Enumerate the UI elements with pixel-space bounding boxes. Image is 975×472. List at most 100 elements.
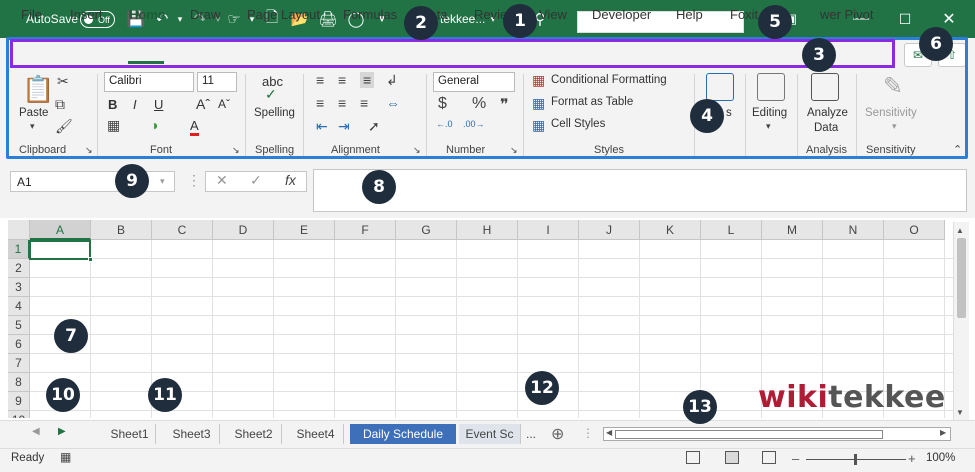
row-header-1[interactable]: 1 [8, 240, 30, 259]
row-header-8[interactable]: 8 [8, 373, 30, 392]
column-header-g[interactable]: G [396, 220, 457, 240]
zoom-in-icon[interactable]: + [908, 451, 916, 466]
row-header-7[interactable]: 7 [8, 354, 30, 373]
grid-row-line [30, 353, 953, 354]
column-header-i[interactable]: I [518, 220, 579, 240]
callout-marker: 3 [802, 38, 836, 72]
name-box-dropdown-icon[interactable]: ▾ [160, 176, 165, 187]
formula-bar-grip-icon: ⋮ [187, 172, 201, 188]
callout-marker: 4 [690, 99, 724, 133]
tab-insert[interactable]: Insert [70, 7, 103, 22]
page-break-view-icon[interactable] [762, 451, 776, 464]
status-bar [0, 448, 975, 472]
row-header-6[interactable]: 6 [8, 335, 30, 354]
callout-marker: 5 [758, 5, 792, 39]
sheet-tab-daily-schedule[interactable]: Daily Schedule [350, 424, 456, 444]
vertical-scroll-thumb[interactable] [957, 238, 966, 318]
callout-marker: 6 [919, 27, 953, 61]
callout-marker: 8 [362, 170, 396, 204]
formula-input[interactable] [313, 169, 967, 212]
cancel-entry-icon[interactable]: ✕ [216, 172, 228, 189]
column-header-n[interactable]: N [823, 220, 884, 240]
next-sheet-icon[interactable]: ▶ [58, 426, 66, 437]
callout-marker: 9 [115, 164, 149, 198]
tab-file[interactable]: File [21, 7, 42, 22]
undo-dropdown-icon[interactable]: ▾ [170, 0, 190, 38]
tab-help[interactable]: Help [676, 7, 703, 22]
fill-handle[interactable] [88, 257, 93, 262]
more-sheets-label[interactable]: ... [526, 427, 536, 441]
sheet-tab-event-schedule[interactable]: Event Sc [459, 424, 521, 444]
name-box[interactable]: A1 [10, 171, 175, 192]
sheet-tab-sheet2[interactable]: Sheet2 [226, 424, 282, 444]
sheet-tab-sheet1[interactable]: Sheet1 [104, 424, 156, 444]
name-box-value: A1 [17, 175, 32, 189]
row-header-4[interactable]: 4 [8, 297, 30, 316]
select-all-corner[interactable] [8, 220, 30, 240]
accessibility-icon[interactable]: ▦ [60, 450, 71, 464]
callout-marker: 13 [683, 390, 717, 424]
watermark-part-1: wiki [758, 380, 829, 415]
tab-formulas[interactable]: Formulas [343, 7, 397, 22]
callout-marker: 7 [54, 319, 88, 353]
page-layout-view-icon[interactable] [725, 451, 739, 464]
column-header-b[interactable]: B [91, 220, 152, 240]
zoom-out-icon[interactable]: – [792, 451, 799, 466]
column-header-j[interactable]: J [579, 220, 640, 240]
scroll-down-icon[interactable]: ▼ [956, 408, 964, 417]
callout-marker: 12 [525, 371, 559, 405]
tab-home[interactable]: Home [129, 7, 165, 22]
column-header-k[interactable]: K [640, 220, 701, 240]
callout-marker: 2 [404, 6, 438, 40]
grid-row-line [30, 334, 953, 335]
column-header-a[interactable]: A [30, 220, 91, 240]
grid-row-line [30, 258, 953, 259]
scroll-up-icon[interactable]: ▲ [956, 226, 964, 235]
column-header-f[interactable]: F [335, 220, 396, 240]
grid-row-line [30, 315, 953, 316]
scroll-right-icon[interactable]: ▶ [940, 428, 946, 437]
status-ready: Ready [11, 452, 45, 464]
row-header-5[interactable]: 5 [8, 316, 30, 335]
column-header-l[interactable]: L [701, 220, 762, 240]
horizontal-scroll-thumb[interactable] [615, 430, 883, 439]
zoom-slider-knob[interactable] [854, 454, 857, 465]
column-header-m[interactable]: M [762, 220, 823, 240]
column-header-h[interactable]: H [457, 220, 518, 240]
print-preview-icon[interactable]: 🖨 [318, 0, 338, 38]
row-header-2[interactable]: 2 [8, 259, 30, 278]
zoom-level[interactable]: 100% [926, 452, 955, 464]
tab-draw[interactable]: Draw [190, 7, 220, 22]
add-sheet-icon[interactable]: ⊕ [551, 424, 564, 444]
confirm-entry-icon[interactable]: ✓ [250, 172, 262, 189]
prev-sheet-icon[interactable]: ◀ [32, 426, 40, 437]
active-cell-a1[interactable] [29, 240, 91, 260]
column-header-d[interactable]: D [213, 220, 274, 240]
grid-row-line [30, 372, 953, 373]
sheet-tab-sheet4[interactable]: Sheet4 [288, 424, 344, 444]
maximize-icon[interactable]: ☐ [890, 0, 920, 38]
column-header-c[interactable]: C [152, 220, 213, 240]
tab-power-pivot[interactable]: wer Pivot [820, 7, 873, 22]
insert-function-icon[interactable]: fx [285, 172, 296, 188]
tab-view[interactable]: View [539, 7, 567, 22]
callout-marker: 1 [503, 4, 537, 38]
tab-page-layout[interactable]: Page Layout [247, 7, 320, 22]
row-header-9[interactable]: 9 [8, 392, 30, 411]
callout-marker: 11 [148, 378, 182, 412]
row-header-3[interactable]: 3 [8, 278, 30, 297]
menu-highlight-outline [10, 39, 895, 68]
column-header-o[interactable]: O [884, 220, 945, 240]
normal-view-icon[interactable] [686, 451, 700, 464]
column-header-e[interactable]: E [274, 220, 335, 240]
scroll-left-icon[interactable]: ◀ [606, 428, 612, 437]
tab-split-grip-icon[interactable]: ⋮ [582, 426, 594, 440]
grid-row-line [30, 277, 953, 278]
tab-developer[interactable]: Developer [592, 7, 651, 22]
touch-mode-icon[interactable]: ☞ [224, 0, 244, 38]
callout-marker: 10 [46, 378, 80, 412]
sheet-tab-sheet3[interactable]: Sheet3 [164, 424, 220, 444]
grid-row-line [30, 296, 953, 297]
watermark: wikitekkee [758, 380, 946, 415]
row-header-10[interactable]: 10 [8, 411, 30, 418]
